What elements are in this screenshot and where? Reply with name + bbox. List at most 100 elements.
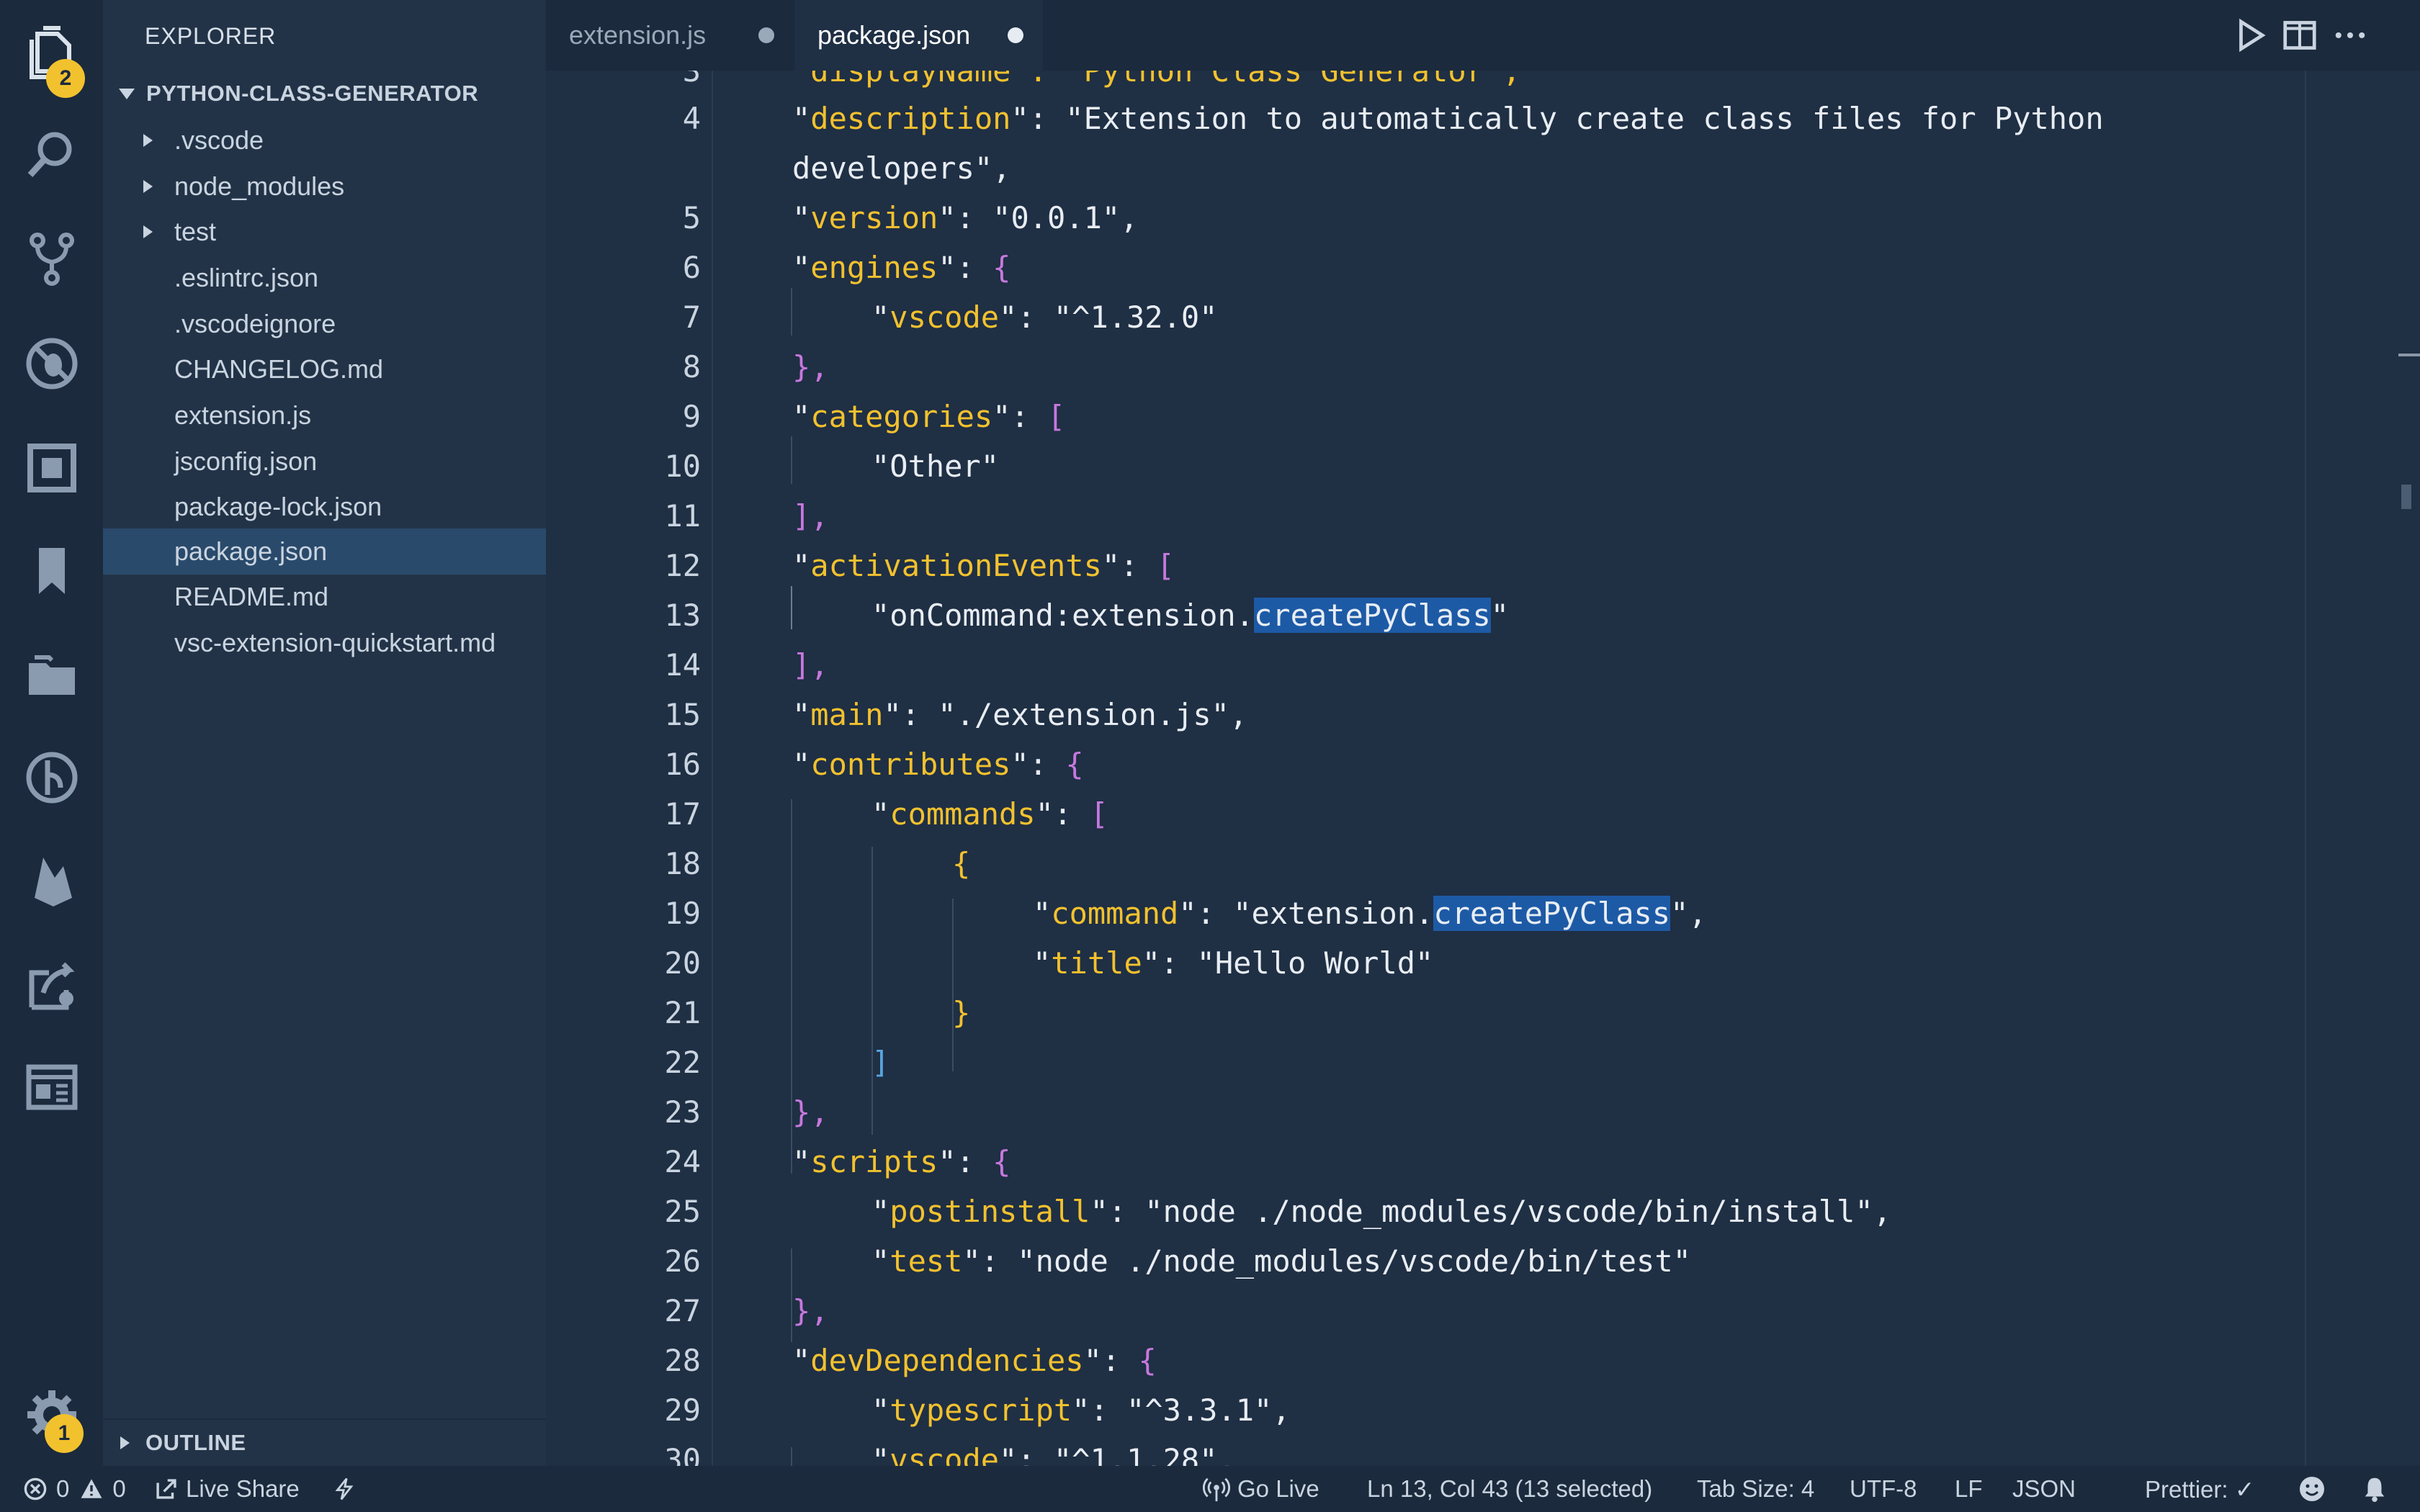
tree-folder-test[interactable]: test bbox=[103, 209, 546, 255]
scrollbar-thumb[interactable] bbox=[2401, 485, 2411, 509]
line-number: 22 bbox=[546, 1045, 701, 1080]
git-graph-icon[interactable] bbox=[0, 731, 103, 824]
lightning-icon[interactable] bbox=[333, 1466, 356, 1512]
line-number: 4 bbox=[546, 101, 701, 136]
code-line: }, bbox=[792, 1293, 829, 1328]
tree-folder-vscode[interactable]: .vscode bbox=[103, 117, 546, 163]
more-actions-icon[interactable] bbox=[2331, 16, 2370, 55]
browser-preview-icon[interactable] bbox=[0, 1040, 103, 1134]
code-line: "categories": [ bbox=[792, 399, 1065, 434]
feedback-smiley-icon[interactable] bbox=[2298, 1466, 2326, 1512]
code-line: "contributes": { bbox=[792, 747, 1084, 782]
code-line: }, bbox=[792, 1094, 829, 1130]
status-bar: 0 0 Live Share Go Live Ln 13, Col 43 (13… bbox=[0, 1466, 2420, 1512]
line-number: 5 bbox=[546, 200, 701, 235]
line-number: 24 bbox=[546, 1144, 701, 1179]
code-line: "displayName": "Python Class Generator", bbox=[792, 71, 1520, 89]
line-number: 10 bbox=[546, 449, 701, 484]
tree-file-package-lock[interactable]: package-lock.json bbox=[103, 484, 546, 530]
tab-bar: extension.js package.json bbox=[546, 0, 2420, 71]
code-line: }, bbox=[792, 349, 829, 384]
firebase-icon[interactable] bbox=[0, 834, 103, 927]
scroll-position-marker[interactable] bbox=[2398, 354, 2420, 356]
tab-extension-js[interactable]: extension.js bbox=[546, 0, 794, 71]
encoding[interactable]: UTF-8 bbox=[1850, 1466, 1917, 1512]
line-number: 27 bbox=[546, 1293, 701, 1328]
chevron-right-icon bbox=[143, 225, 153, 238]
line-number: 16 bbox=[546, 747, 701, 782]
code-line: "commands": [ bbox=[871, 796, 1108, 832]
line-number: 30 bbox=[546, 1442, 701, 1466]
code-line: "title": "Hello World" bbox=[1033, 945, 1433, 981]
line-number: 15 bbox=[546, 697, 701, 732]
files-icon[interactable]: 2 bbox=[0, 7, 103, 101]
extensions-icon[interactable] bbox=[0, 421, 103, 515]
go-live-button[interactable]: Go Live bbox=[1203, 1466, 1319, 1512]
bookmark-icon[interactable] bbox=[0, 524, 103, 618]
language-mode[interactable]: JSON bbox=[2012, 1466, 2076, 1512]
line-number: 14 bbox=[546, 647, 701, 683]
code-line: "Other" bbox=[871, 449, 999, 484]
tree-file-eslintrc[interactable]: .eslintrc.json bbox=[103, 255, 546, 301]
tree-file-jsconfig[interactable]: jsconfig.json bbox=[103, 438, 546, 485]
tab-size[interactable]: Tab Size: 4 bbox=[1697, 1466, 1814, 1512]
debug-icon[interactable] bbox=[0, 317, 103, 410]
settings-badge: 1 bbox=[45, 1414, 84, 1453]
code-line: ], bbox=[792, 498, 829, 534]
share-icon bbox=[154, 1477, 179, 1501]
bell-icon[interactable] bbox=[2361, 1466, 2388, 1512]
line-number: 23 bbox=[546, 1094, 701, 1130]
split-editor-icon[interactable] bbox=[2280, 16, 2319, 55]
code-line: "vscode": "^1.1.28", bbox=[871, 1442, 1236, 1466]
tree-file-package-json[interactable]: package.json bbox=[103, 528, 546, 575]
gear-icon[interactable]: 1 bbox=[0, 1368, 103, 1462]
source-control-icon[interactable] bbox=[0, 212, 103, 306]
live-share-button[interactable]: Live Share bbox=[154, 1466, 300, 1512]
line-number: 18 bbox=[546, 846, 701, 881]
remote-icon[interactable] bbox=[0, 937, 103, 1031]
tree-file-readme[interactable]: README.md bbox=[103, 574, 546, 620]
explorer-sidebar: EXPLORER PYTHON-CLASS-GENERATOR .vscode … bbox=[103, 0, 546, 1466]
line-number: 7 bbox=[546, 300, 701, 335]
warning-count: 0 bbox=[112, 1475, 125, 1503]
folders-icon[interactable] bbox=[0, 628, 103, 721]
error-icon bbox=[23, 1477, 48, 1501]
sidebar-title: EXPLORER bbox=[145, 23, 276, 50]
code-editor[interactable]: 3 4 5 6 7 8 9 10 11 12 13 14 15 16 17 18… bbox=[546, 71, 2420, 1466]
tree-file-changelog[interactable]: CHANGELOG.md bbox=[103, 346, 546, 392]
tree-folder-node-modules[interactable]: node_modules bbox=[103, 163, 546, 210]
modified-dot-icon[interactable] bbox=[758, 27, 774, 43]
chevron-right-icon bbox=[143, 134, 153, 147]
tree-file-vscodeignore[interactable]: .vscodeignore bbox=[103, 301, 546, 347]
line-number: 28 bbox=[546, 1343, 701, 1378]
code-line: ], bbox=[792, 647, 829, 683]
tree-file-quickstart[interactable]: vsc-extension-quickstart.md bbox=[103, 620, 546, 666]
line-number: 21 bbox=[546, 995, 701, 1030]
prettier-status[interactable]: Prettier: ✓ bbox=[2145, 1466, 2254, 1512]
project-name: PYTHON-CLASS-GENERATOR bbox=[146, 81, 478, 107]
search-icon[interactable] bbox=[0, 108, 103, 202]
line-number: 12 bbox=[546, 548, 701, 583]
line-number: 25 bbox=[546, 1194, 701, 1229]
code-line-selected: "onCommand:extension.createPyClass" bbox=[871, 598, 1509, 633]
code-line: developers", bbox=[792, 150, 1010, 186]
code-line: "command": "extension.createPyClass", bbox=[1033, 896, 1707, 931]
line-ending[interactable]: LF bbox=[1955, 1466, 1983, 1512]
code-line: "engines": { bbox=[792, 250, 1010, 285]
outline-section[interactable]: OUTLINE bbox=[103, 1418, 546, 1466]
tree-file-extension-js[interactable]: extension.js bbox=[103, 392, 546, 438]
modified-dot-icon[interactable] bbox=[1008, 27, 1023, 43]
chevron-right-icon bbox=[120, 1436, 130, 1449]
code-line: "typescript": "^3.3.1", bbox=[871, 1392, 1291, 1428]
problems-indicator[interactable]: 0 0 bbox=[23, 1466, 126, 1512]
project-header[interactable]: PYTHON-CLASS-GENERATOR bbox=[103, 69, 546, 118]
code-line: } bbox=[952, 995, 970, 1030]
run-icon[interactable] bbox=[2231, 16, 2270, 55]
cursor-position[interactable]: Ln 13, Col 43 (13 selected) bbox=[1367, 1466, 1652, 1512]
line-number: 29 bbox=[546, 1392, 701, 1428]
code-line: { bbox=[952, 846, 970, 881]
line-number: 17 bbox=[546, 796, 701, 832]
tab-package-json[interactable]: package.json bbox=[794, 0, 1043, 71]
line-number: 19 bbox=[546, 896, 701, 931]
line-number: 20 bbox=[546, 945, 701, 981]
